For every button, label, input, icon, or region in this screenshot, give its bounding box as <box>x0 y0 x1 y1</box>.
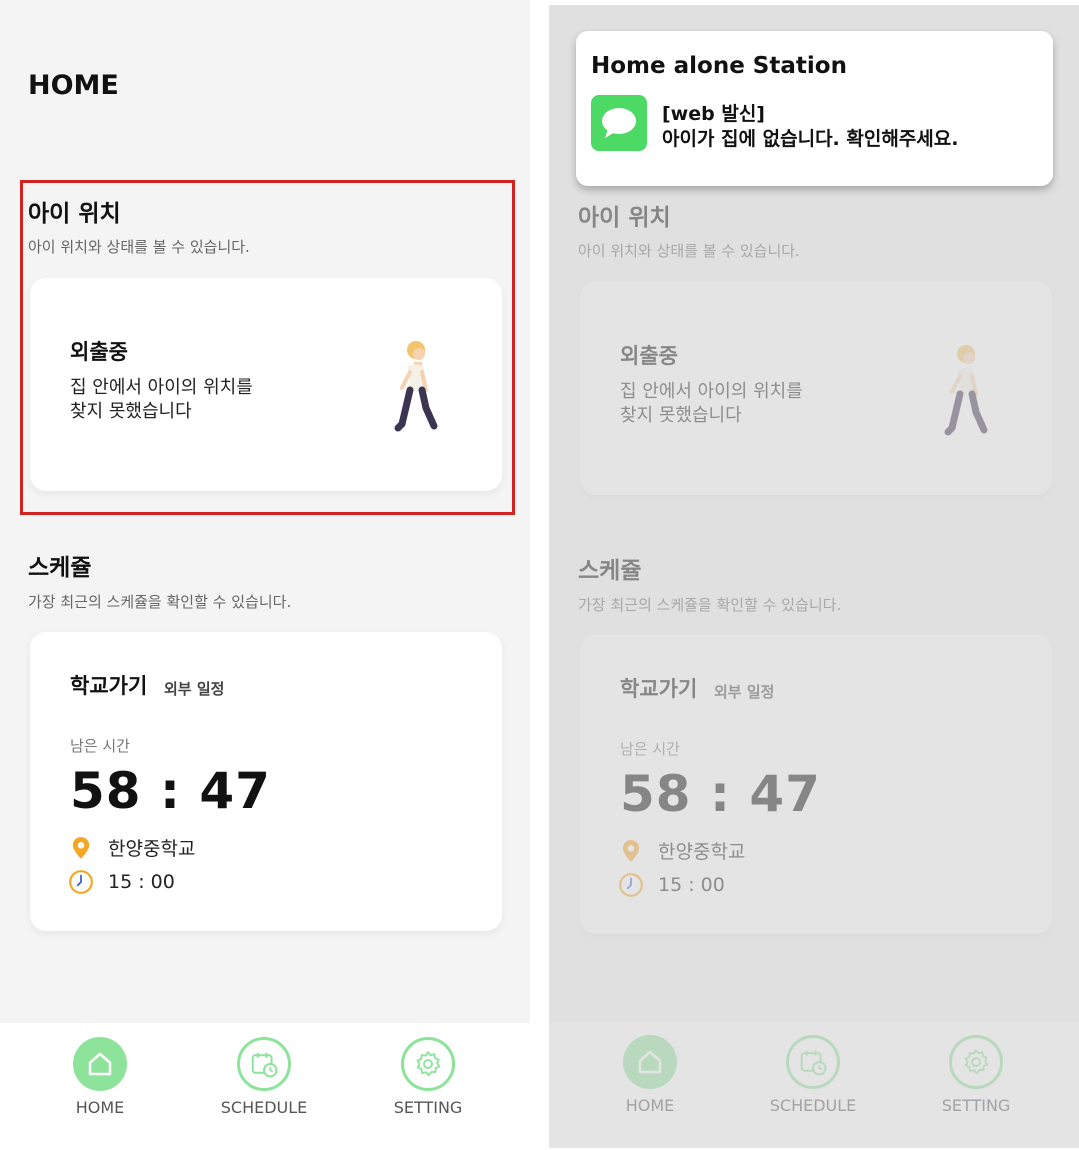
remaining-time-label: 남은 시간 <box>70 737 130 755</box>
nav-item-home[interactable]: HOME <box>45 1037 155 1117</box>
home-screen-right: 아이 위치 아이 위치와 상태를 볼 수 있습니다. 외출중 집 안에서 아이의… <box>549 5 1079 1148</box>
schedule-section-title: 스케쥴 <box>28 555 92 581</box>
time-row: 15 : 00 <box>68 869 175 895</box>
nav-item-setting[interactable]: SETTING <box>373 1037 483 1117</box>
notification-body: 아이가 집에 없습니다. 확인해주세요. <box>662 128 959 150</box>
home-screen-left: HOME 아이 위치 아이 위치와 상태를 볼 수 있습니다. 외출중 집 안에… <box>0 0 530 1150</box>
notification-app-name: Home alone Station <box>591 53 847 79</box>
clock-icon <box>69 870 93 894</box>
push-notification[interactable]: Home alone Station [web 발신] 아이가 집에 없습니다.… <box>576 31 1053 186</box>
time-text: 15 : 00 <box>108 871 175 893</box>
schedule-card[interactable]: 학교가기 외부 일정 남은 시간 58 : 47 한양중학교 15 : 00 <box>30 632 502 931</box>
place-row: 한양중학교 <box>68 834 195 861</box>
schedule-tag: 외부 일정 <box>164 680 225 698</box>
home-icon[interactable] <box>73 1037 127 1091</box>
calendar-clock-icon[interactable] <box>237 1037 291 1091</box>
schedule-section-subtitle: 가장 최근의 스케쥴을 확인할 수 있습니다. <box>28 593 292 611</box>
nav-label-setting: SETTING <box>393 1098 463 1117</box>
place-text: 한양중학교 <box>108 838 196 860</box>
location-pin-icon <box>72 836 90 859</box>
message-bubble-icon <box>591 95 647 151</box>
nav-label-home: HOME <box>75 1098 125 1117</box>
schedule-title: 학교가기 <box>70 674 148 698</box>
nav-item-schedule[interactable]: SCHEDULE <box>209 1037 319 1117</box>
bottom-navigation: HOME SCHEDULE SETTING <box>0 1023 530 1150</box>
highlight-box <box>20 180 515 515</box>
gear-icon[interactable] <box>401 1037 455 1091</box>
remaining-time-value: 58 : 47 <box>70 762 271 820</box>
notification-header: [web 발신] <box>662 103 765 125</box>
page-title: HOME <box>28 70 119 101</box>
nav-label-schedule: SCHEDULE <box>220 1098 308 1117</box>
